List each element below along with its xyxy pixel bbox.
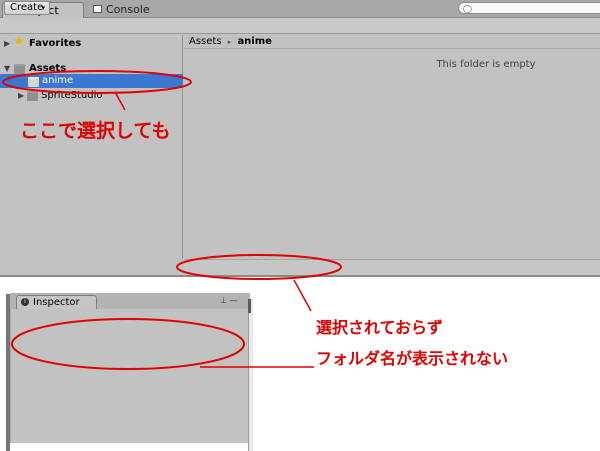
annotation-overlay xyxy=(2,70,342,370)
callout-line-status xyxy=(293,279,312,312)
highlight-ellipse-tree xyxy=(2,70,192,94)
annotation-selection-note: ここで選択しても xyxy=(20,120,171,142)
highlight-ellipse-inspector xyxy=(11,318,245,370)
highlight-ellipse-status xyxy=(176,254,342,280)
annotation-no-folder-name-note: フォルダ名が表示されない xyxy=(316,349,509,368)
annotation-not-selected-note: 選択されておらず xyxy=(316,318,443,337)
callout-line-tree xyxy=(114,91,126,111)
